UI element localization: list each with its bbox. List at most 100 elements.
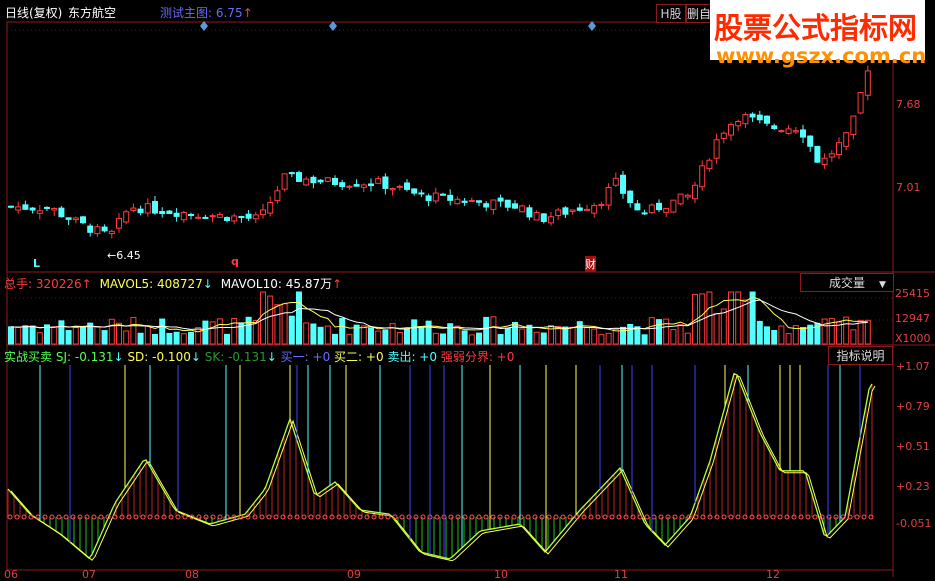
- volume-bar: [764, 326, 770, 345]
- selector-value: 成交量: [829, 276, 866, 290]
- volume-bar: [382, 329, 389, 345]
- finance-marker[interactable]: 财: [585, 256, 596, 272]
- volume-bar: [288, 315, 295, 345]
- arrow-down-icon: ↓: [202, 277, 213, 291]
- candle-body: [209, 215, 216, 218]
- h-share-button[interactable]: H股: [656, 4, 686, 23]
- candle-body: [519, 205, 526, 213]
- volume-bar: [368, 327, 374, 345]
- buy2-value: 买二: +0: [334, 350, 384, 364]
- candle-body: [620, 174, 626, 194]
- volume-bar: [677, 324, 684, 345]
- volume-bar: [137, 332, 144, 345]
- volume-bar: [216, 318, 223, 345]
- sj-value: SJ: -0.131: [55, 350, 114, 364]
- boundary-dot: [266, 514, 272, 520]
- volume-bar: [454, 325, 461, 345]
- candle-body: [310, 176, 317, 184]
- volume-bar: [447, 323, 454, 345]
- volume-bar: [857, 319, 864, 345]
- volume-bar: [346, 333, 353, 345]
- volume-bar: [108, 318, 115, 345]
- candle-body: [123, 211, 130, 223]
- mavol10: MAVOL10: 45.87万: [220, 277, 333, 291]
- candle-body: [663, 207, 670, 213]
- arrow-up-icon: ↑: [332, 277, 343, 291]
- candle-body: [576, 207, 583, 211]
- volume-bar: [771, 329, 778, 345]
- boundary-dot: [98, 514, 104, 520]
- volume-bar: [742, 299, 749, 345]
- volume-unit: X1000: [895, 332, 931, 345]
- candle-body: [173, 212, 180, 217]
- volume-bar: [843, 316, 850, 345]
- boundary-dot: [735, 514, 741, 520]
- candle-body: [36, 210, 43, 214]
- indicator-name: 实战买卖: [4, 350, 53, 364]
- candle-body: [432, 192, 439, 202]
- volume-bar: [749, 291, 756, 345]
- candle-body: [87, 225, 94, 233]
- volume-tick: 25415: [895, 287, 930, 300]
- volume-bar: [533, 331, 540, 345]
- date-tick: 09: [347, 568, 361, 581]
- period-label: 日线(复权): [5, 6, 63, 20]
- candle-body: [807, 135, 814, 147]
- candle-body: [180, 211, 187, 221]
- volume-bar: [864, 319, 871, 345]
- candle-body: [411, 188, 418, 194]
- volume-bar: [684, 332, 691, 345]
- candle-body: [504, 199, 511, 208]
- indicator-help-button[interactable]: 指标说明: [828, 346, 893, 365]
- watermark-logo: 股票公式指标网 www.gszx.com.cn: [710, 0, 926, 68]
- candle-body: [137, 208, 144, 214]
- indicator-legend: 实战买卖 SJ: -0.131↓ SD: -0.100↓ SK: -0.131↓…: [4, 348, 514, 365]
- candle-body: [101, 226, 108, 232]
- indicator-tick: +0.23: [896, 480, 930, 493]
- low-price-label: ←6.45: [107, 249, 141, 262]
- candle-body: [152, 201, 158, 214]
- volume-bar: [267, 295, 274, 345]
- volume-bar: [94, 326, 101, 345]
- indicator-tick: +1.07: [896, 360, 930, 373]
- candle-body: [418, 192, 425, 195]
- sk-value: SK: -0.131: [204, 350, 267, 364]
- volume-bar: [756, 320, 763, 345]
- delete-button[interactable]: 删自: [686, 4, 712, 23]
- volume-bar: [281, 303, 288, 345]
- sd-line: [10, 374, 876, 562]
- candle-body: [771, 125, 778, 130]
- candle-body: [605, 187, 612, 206]
- candle-body: [108, 230, 115, 235]
- candle-body: [749, 113, 756, 118]
- candle-body: [238, 216, 245, 219]
- volume-bar: [504, 327, 511, 345]
- boundary-dot: [301, 514, 307, 520]
- boundary-dot: [7, 514, 13, 520]
- watermark-url: www.gszx.com.cn: [716, 44, 927, 68]
- boundary-dot: [728, 514, 734, 520]
- candle-body: [224, 217, 230, 221]
- boundary-dot: [434, 514, 440, 520]
- indicator-selector-dropdown[interactable]: 成交量 ▼: [800, 273, 894, 292]
- candle-body: [396, 185, 403, 188]
- boundary-dot: [644, 514, 650, 520]
- candle-body: [274, 190, 281, 202]
- volume-bar: [476, 332, 482, 345]
- boundary-dot: [133, 514, 139, 520]
- boundary-dot: [861, 514, 867, 520]
- boundary-dot: [182, 514, 188, 520]
- volume-bar: [468, 334, 475, 345]
- boundary-dot: [217, 514, 223, 520]
- candle-body: [303, 178, 310, 186]
- boundary-dot: [56, 514, 62, 520]
- date-tick: 07: [82, 568, 96, 581]
- volume-bar: [519, 328, 526, 345]
- candle-body: [778, 130, 785, 133]
- boundary-dot: [812, 514, 818, 520]
- volume-bar: [670, 329, 677, 345]
- volume-bar: [274, 304, 281, 345]
- boundary-dot: [721, 514, 727, 520]
- candle-body: [656, 202, 662, 211]
- candle-body: [260, 209, 266, 216]
